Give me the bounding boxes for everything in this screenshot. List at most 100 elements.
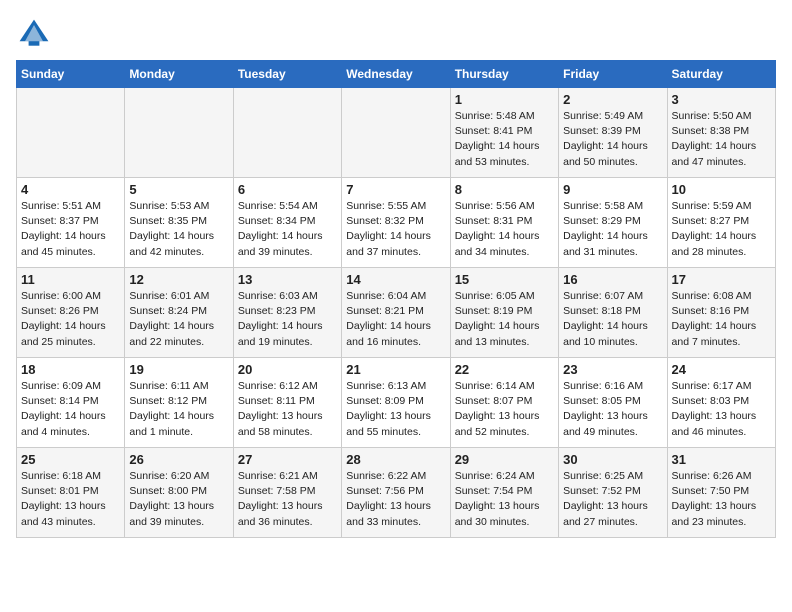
day-number: 13: [238, 272, 337, 287]
calendar-cell: 1 Sunrise: 5:48 AM Sunset: 8:41 PM Daylig…: [450, 88, 558, 178]
day-info: Sunrise: 6:25 AM Sunset: 7:52 PM Dayligh…: [563, 469, 662, 530]
day-number: 1: [455, 92, 554, 107]
day-number: 22: [455, 362, 554, 377]
calendar-cell: 27 Sunrise: 6:21 AM Sunset: 7:58 PM Dayli…: [233, 448, 341, 538]
calendar-cell: 12 Sunrise: 6:01 AM Sunset: 8:24 PM Dayli…: [125, 268, 233, 358]
calendar-cell: 2 Sunrise: 5:49 AM Sunset: 8:39 PM Daylig…: [559, 88, 667, 178]
calendar-cell: 5Sunrise: 5:53 AM Sunset: 8:35 PM Daylig…: [125, 178, 233, 268]
calendar-cell: 16 Sunrise: 6:07 AM Sunset: 8:18 PM Dayli…: [559, 268, 667, 358]
day-info: Sunrise: 5:59 AM Sunset: 8:27 PM Dayligh…: [672, 199, 771, 260]
calendar-cell: 29 Sunrise: 6:24 AM Sunset: 7:54 PM Dayli…: [450, 448, 558, 538]
calendar-table: SundayMondayTuesdayWednesdayThursdayFrid…: [16, 60, 776, 538]
calendar-week-row: 1 Sunrise: 5:48 AM Sunset: 8:41 PM Daylig…: [17, 88, 776, 178]
calendar-cell: 7 Sunrise: 5:55 AM Sunset: 8:32 PM Daylig…: [342, 178, 450, 268]
weekday-header-wednesday: Wednesday: [342, 61, 450, 88]
day-info: Sunrise: 6:04 AM Sunset: 8:21 PM Dayligh…: [346, 289, 445, 350]
day-number: 12: [129, 272, 228, 287]
calendar-cell: 15 Sunrise: 6:05 AM Sunset: 8:19 PM Dayli…: [450, 268, 558, 358]
calendar-cell: 26 Sunrise: 6:20 AM Sunset: 8:00 PM Dayli…: [125, 448, 233, 538]
calendar-cell: 10Sunrise: 5:59 AM Sunset: 8:27 PM Dayli…: [667, 178, 775, 268]
day-number: 8: [455, 182, 554, 197]
calendar-cell: 13Sunrise: 6:03 AM Sunset: 8:23 PM Dayli…: [233, 268, 341, 358]
weekday-header-tuesday: Tuesday: [233, 61, 341, 88]
day-info: Sunrise: 5:58 AM Sunset: 8:29 PM Dayligh…: [563, 199, 662, 260]
day-info: Sunrise: 6:12 AM Sunset: 8:11 PM Dayligh…: [238, 379, 337, 440]
day-info: Sunrise: 6:09 AM Sunset: 8:14 PM Dayligh…: [21, 379, 120, 440]
day-number: 7: [346, 182, 445, 197]
calendar-week-row: 4 Sunrise: 5:51 AM Sunset: 8:37 PM Daylig…: [17, 178, 776, 268]
calendar-cell: 25 Sunrise: 6:18 AM Sunset: 8:01 PM Dayli…: [17, 448, 125, 538]
calendar-cell: 19 Sunrise: 6:11 AM Sunset: 8:12 PM Dayli…: [125, 358, 233, 448]
calendar-cell: 28 Sunrise: 6:22 AM Sunset: 7:56 PM Dayli…: [342, 448, 450, 538]
weekday-header-thursday: Thursday: [450, 61, 558, 88]
day-number: 31: [672, 452, 771, 467]
day-info: Sunrise: 6:07 AM Sunset: 8:18 PM Dayligh…: [563, 289, 662, 350]
calendar-week-row: 18 Sunrise: 6:09 AM Sunset: 8:14 PM Dayli…: [17, 358, 776, 448]
day-number: 4: [21, 182, 120, 197]
logo: [16, 16, 58, 52]
calendar-cell: 21Sunrise: 6:13 AM Sunset: 8:09 PM Dayli…: [342, 358, 450, 448]
day-info: Sunrise: 6:13 AM Sunset: 8:09 PM Dayligh…: [346, 379, 445, 440]
calendar-cell: 23 Sunrise: 6:16 AM Sunset: 8:05 PM Dayli…: [559, 358, 667, 448]
weekday-header-row: SundayMondayTuesdayWednesdayThursdayFrid…: [17, 61, 776, 88]
day-info: Sunrise: 6:11 AM Sunset: 8:12 PM Dayligh…: [129, 379, 228, 440]
day-number: 14: [346, 272, 445, 287]
day-info: Sunrise: 5:48 AM Sunset: 8:41 PM Dayligh…: [455, 109, 554, 170]
day-number: 29: [455, 452, 554, 467]
day-info: Sunrise: 5:54 AM Sunset: 8:34 PM Dayligh…: [238, 199, 337, 260]
day-number: 27: [238, 452, 337, 467]
calendar-cell: 20 Sunrise: 6:12 AM Sunset: 8:11 PM Dayli…: [233, 358, 341, 448]
day-number: 2: [563, 92, 662, 107]
calendar-week-row: 25 Sunrise: 6:18 AM Sunset: 8:01 PM Dayli…: [17, 448, 776, 538]
day-number: 6: [238, 182, 337, 197]
day-number: 17: [672, 272, 771, 287]
day-info: Sunrise: 5:56 AM Sunset: 8:31 PM Dayligh…: [455, 199, 554, 260]
day-number: 19: [129, 362, 228, 377]
calendar-cell: 11Sunrise: 6:00 AM Sunset: 8:26 PM Dayli…: [17, 268, 125, 358]
day-info: Sunrise: 6:26 AM Sunset: 7:50 PM Dayligh…: [672, 469, 771, 530]
day-info: Sunrise: 6:22 AM Sunset: 7:56 PM Dayligh…: [346, 469, 445, 530]
day-info: Sunrise: 6:17 AM Sunset: 8:03 PM Dayligh…: [672, 379, 771, 440]
day-number: 30: [563, 452, 662, 467]
calendar-cell: 22Sunrise: 6:14 AM Sunset: 8:07 PM Dayli…: [450, 358, 558, 448]
day-info: Sunrise: 6:08 AM Sunset: 8:16 PM Dayligh…: [672, 289, 771, 350]
day-number: 26: [129, 452, 228, 467]
day-number: 11: [21, 272, 120, 287]
weekday-header-monday: Monday: [125, 61, 233, 88]
day-number: 20: [238, 362, 337, 377]
day-info: Sunrise: 5:55 AM Sunset: 8:32 PM Dayligh…: [346, 199, 445, 260]
day-number: 16: [563, 272, 662, 287]
calendar-cell: 14 Sunrise: 6:04 AM Sunset: 8:21 PM Dayli…: [342, 268, 450, 358]
day-info: Sunrise: 6:05 AM Sunset: 8:19 PM Dayligh…: [455, 289, 554, 350]
calendar-cell: 24 Sunrise: 6:17 AM Sunset: 8:03 PM Dayli…: [667, 358, 775, 448]
day-number: 28: [346, 452, 445, 467]
weekday-header-saturday: Saturday: [667, 61, 775, 88]
logo-icon: [16, 16, 52, 52]
calendar-cell: 31 Sunrise: 6:26 AM Sunset: 7:50 PM Dayli…: [667, 448, 775, 538]
day-info: Sunrise: 6:24 AM Sunset: 7:54 PM Dayligh…: [455, 469, 554, 530]
calendar-cell: 9 Sunrise: 5:58 AM Sunset: 8:29 PM Daylig…: [559, 178, 667, 268]
calendar-cell: [342, 88, 450, 178]
day-number: 24: [672, 362, 771, 377]
day-number: 5: [129, 182, 228, 197]
day-info: Sunrise: 6:16 AM Sunset: 8:05 PM Dayligh…: [563, 379, 662, 440]
calendar-cell: [17, 88, 125, 178]
day-info: Sunrise: 6:20 AM Sunset: 8:00 PM Dayligh…: [129, 469, 228, 530]
calendar-cell: 17 Sunrise: 6:08 AM Sunset: 8:16 PM Dayli…: [667, 268, 775, 358]
day-info: Sunrise: 5:51 AM Sunset: 8:37 PM Dayligh…: [21, 199, 120, 260]
day-info: Sunrise: 6:18 AM Sunset: 8:01 PM Dayligh…: [21, 469, 120, 530]
day-number: 15: [455, 272, 554, 287]
day-number: 25: [21, 452, 120, 467]
day-number: 23: [563, 362, 662, 377]
day-info: Sunrise: 6:01 AM Sunset: 8:24 PM Dayligh…: [129, 289, 228, 350]
day-info: Sunrise: 6:21 AM Sunset: 7:58 PM Dayligh…: [238, 469, 337, 530]
calendar-cell: 8 Sunrise: 5:56 AM Sunset: 8:31 PM Daylig…: [450, 178, 558, 268]
day-number: 9: [563, 182, 662, 197]
day-info: Sunrise: 5:49 AM Sunset: 8:39 PM Dayligh…: [563, 109, 662, 170]
calendar-week-row: 11Sunrise: 6:00 AM Sunset: 8:26 PM Dayli…: [17, 268, 776, 358]
day-number: 18: [21, 362, 120, 377]
calendar-cell: [125, 88, 233, 178]
weekday-header-friday: Friday: [559, 61, 667, 88]
calendar-cell: 6 Sunrise: 5:54 AM Sunset: 8:34 PM Daylig…: [233, 178, 341, 268]
calendar-cell: 4 Sunrise: 5:51 AM Sunset: 8:37 PM Daylig…: [17, 178, 125, 268]
